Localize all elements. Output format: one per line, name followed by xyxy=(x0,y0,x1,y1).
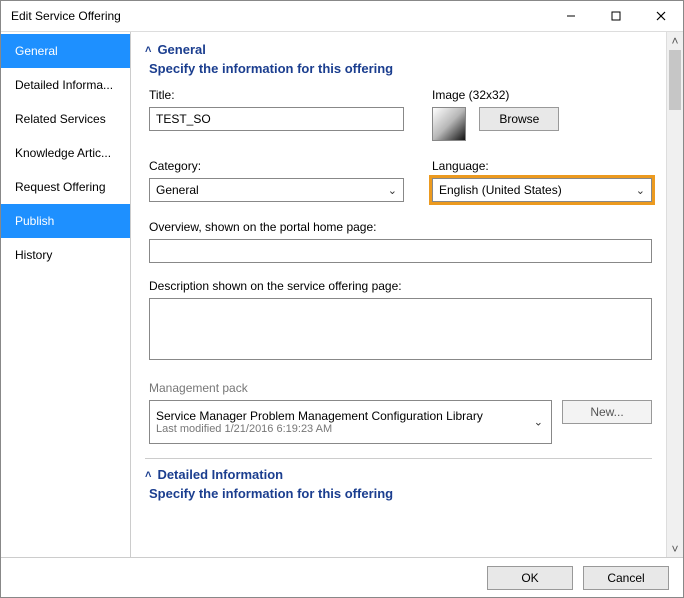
sidebar-item-related-services[interactable]: Related Services xyxy=(1,102,130,136)
scroll-thumb[interactable] xyxy=(669,50,681,110)
sidebar-item-general[interactable]: General xyxy=(1,34,130,68)
management-pack-label: Management pack xyxy=(149,381,652,395)
section-heading: Detailed Information xyxy=(157,467,283,482)
window-title: Edit Service Offering xyxy=(11,9,548,23)
new-button[interactable]: New... xyxy=(562,400,652,424)
chevron-down-icon: ⌄ xyxy=(388,184,397,197)
cancel-button[interactable]: Cancel xyxy=(583,566,669,590)
maximize-button[interactable] xyxy=(593,1,638,31)
category-value: General xyxy=(156,183,199,197)
scrollbar[interactable]: ˄ ˅ xyxy=(666,32,683,557)
ok-button-label: OK xyxy=(521,571,538,585)
section-subheading: Specify the information for this offerin… xyxy=(149,486,652,501)
chevron-down-icon: ⌄ xyxy=(534,416,543,429)
scroll-down-icon[interactable]: ˅ xyxy=(667,540,683,557)
sidebar-item-label: Publish xyxy=(15,214,54,228)
sidebar-item-knowledge-articles[interactable]: Knowledge Artic... xyxy=(1,136,130,170)
chevron-down-icon: ⌄ xyxy=(636,184,645,197)
cancel-button-label: Cancel xyxy=(607,571,644,585)
language-value: English (United States) xyxy=(439,183,562,197)
image-preview xyxy=(432,107,466,141)
description-label: Description shown on the service offerin… xyxy=(149,279,652,293)
category-label: Category: xyxy=(149,159,404,173)
overview-input[interactable] xyxy=(149,239,652,263)
management-pack-modified: Last modified 1/21/2016 6:19:23 AM xyxy=(156,423,545,435)
section-subheading: Specify the information for this offerin… xyxy=(149,61,652,76)
management-pack-value: Service Manager Problem Management Confi… xyxy=(156,409,545,423)
window-buttons xyxy=(548,1,683,31)
sidebar-item-label: Knowledge Artic... xyxy=(15,146,111,160)
language-label: Language: xyxy=(432,159,652,173)
language-select[interactable]: English (United States) ⌄ xyxy=(432,178,652,202)
scroll-up-icon[interactable]: ˄ xyxy=(667,32,683,49)
image-label: Image (32x32) xyxy=(432,88,652,102)
sidebar-item-label: Related Services xyxy=(15,112,106,126)
ok-button[interactable]: OK xyxy=(487,566,573,590)
footer: OK Cancel xyxy=(1,557,683,597)
main: ˄ General Specify the information for th… xyxy=(131,32,683,557)
sidebar: General Detailed Informa... Related Serv… xyxy=(1,32,131,557)
sidebar-item-label: General xyxy=(15,44,58,58)
new-button-label: New... xyxy=(590,405,623,419)
close-button[interactable] xyxy=(638,1,683,31)
description-input[interactable] xyxy=(149,298,652,360)
sidebar-item-detailed-information[interactable]: Detailed Informa... xyxy=(1,68,130,102)
sidebar-item-publish[interactable]: Publish xyxy=(1,204,130,238)
category-select[interactable]: General ⌄ xyxy=(149,178,404,202)
minimize-button[interactable] xyxy=(548,1,593,31)
title-input[interactable] xyxy=(149,107,404,131)
browse-button-label: Browse xyxy=(499,112,539,126)
section-header-detailed[interactable]: ˄ Detailed Information xyxy=(145,467,652,482)
title-label: Title: xyxy=(149,88,404,102)
divider xyxy=(145,458,652,459)
sidebar-item-history[interactable]: History xyxy=(1,238,130,272)
content: ˄ General Specify the information for th… xyxy=(131,32,666,557)
window: Edit Service Offering General Detailed I… xyxy=(0,0,684,598)
sidebar-item-label: Request Offering xyxy=(15,180,106,194)
browse-button[interactable]: Browse xyxy=(479,107,559,131)
sidebar-item-label: Detailed Informa... xyxy=(15,78,113,92)
sidebar-item-request-offering[interactable]: Request Offering xyxy=(1,170,130,204)
overview-label: Overview, shown on the portal home page: xyxy=(149,220,652,234)
body: General Detailed Informa... Related Serv… xyxy=(1,32,683,557)
management-pack-select[interactable]: Service Manager Problem Management Confi… xyxy=(149,400,552,444)
chevron-up-icon: ˄ xyxy=(145,469,151,481)
section-header-general[interactable]: ˄ General xyxy=(145,42,652,57)
titlebar: Edit Service Offering xyxy=(1,1,683,32)
chevron-up-icon: ˄ xyxy=(145,44,151,56)
section-heading: General xyxy=(157,42,205,57)
sidebar-item-label: History xyxy=(15,248,52,262)
